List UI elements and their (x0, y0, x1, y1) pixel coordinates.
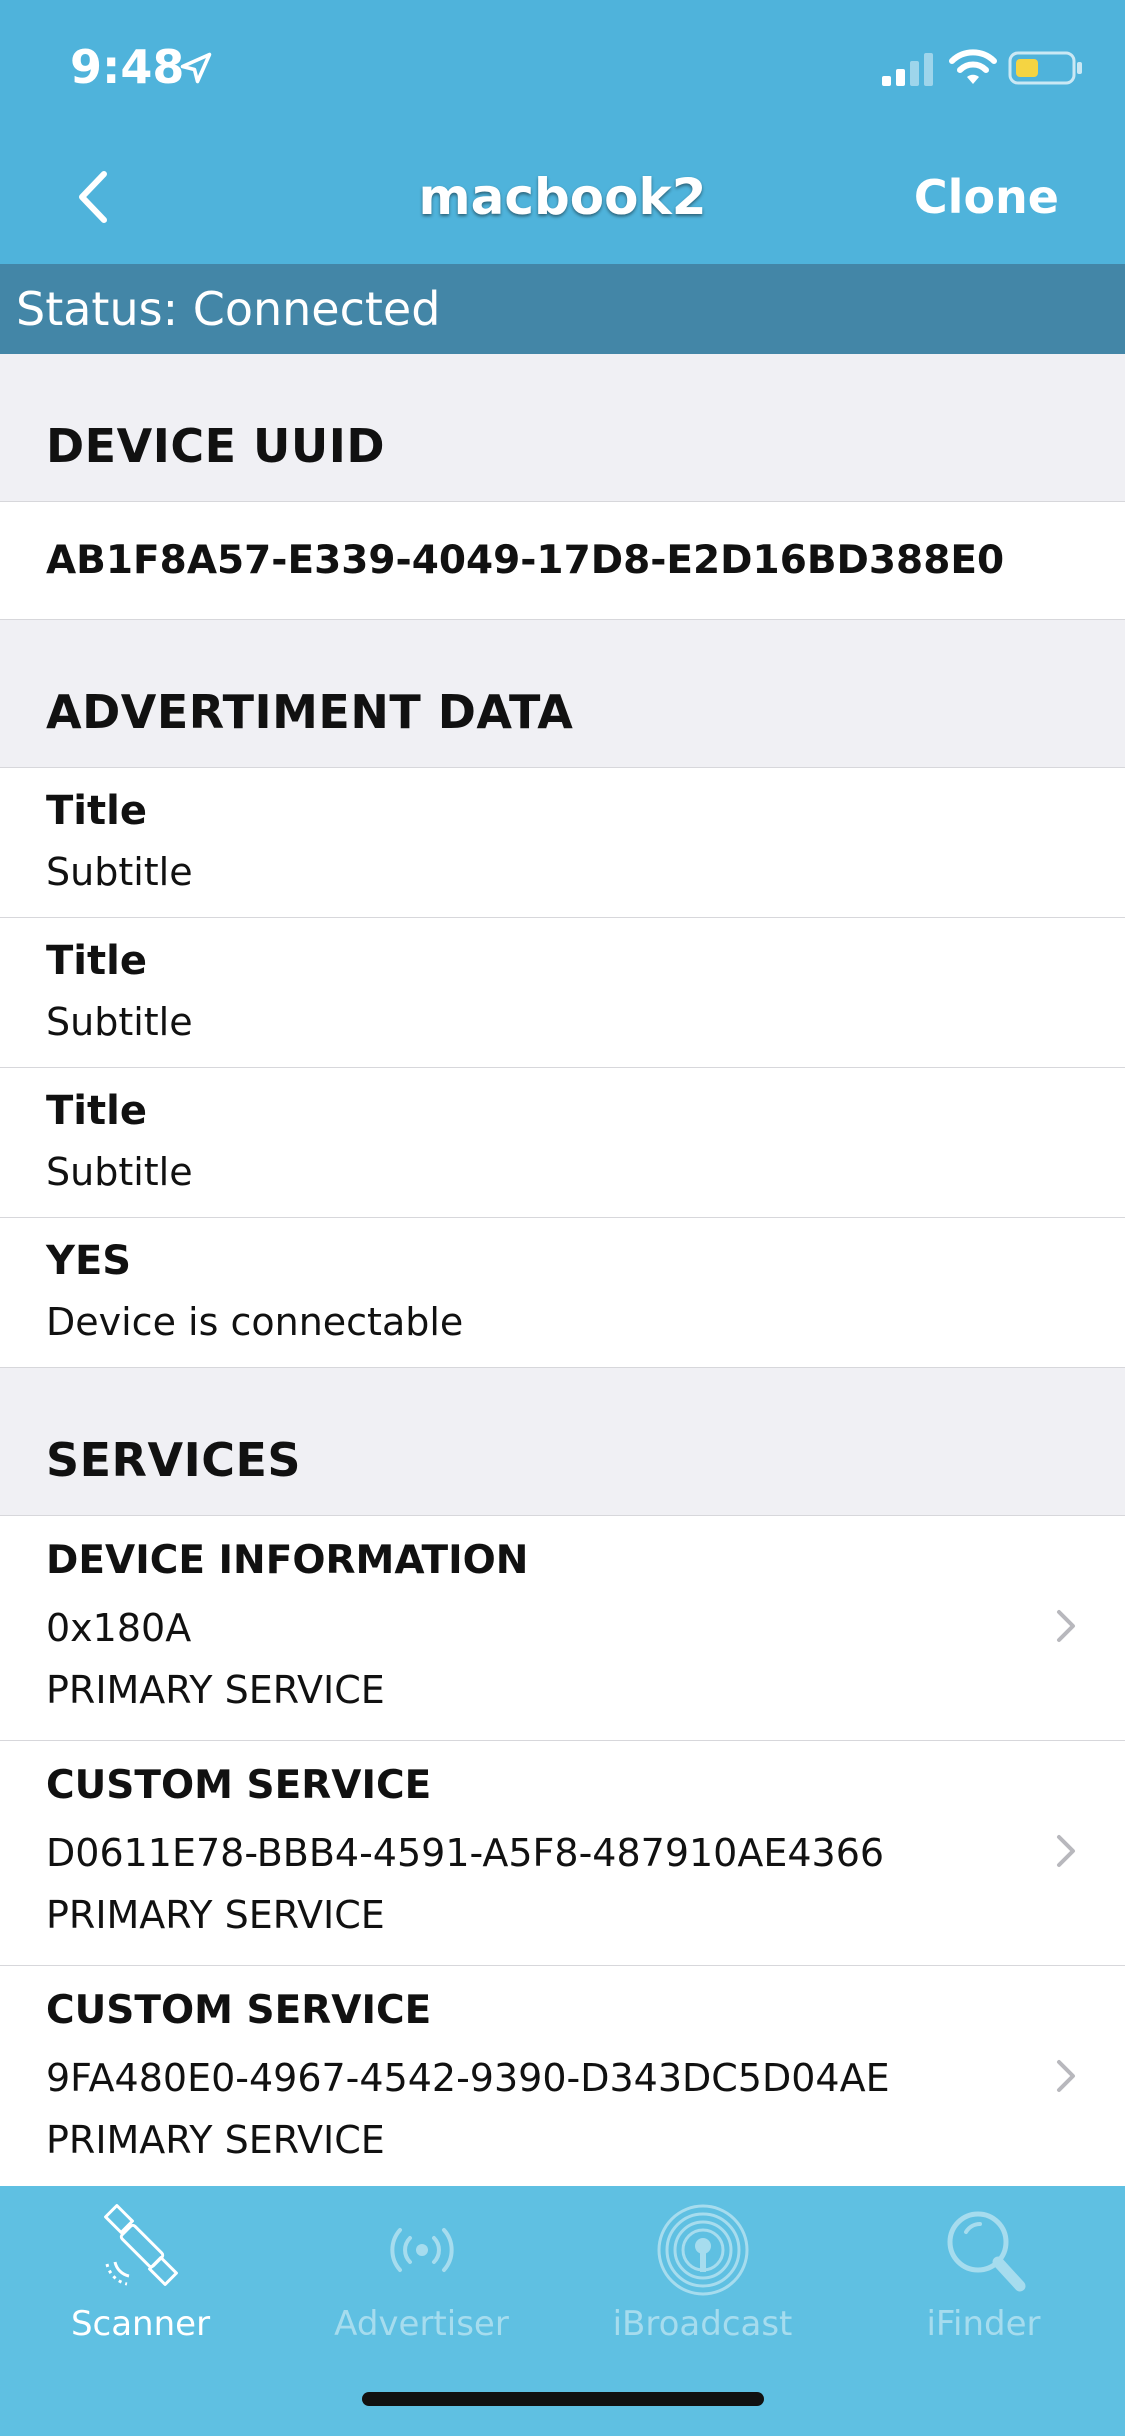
service-row[interactable]: DEVICE INFORMATION 0x180A PRIMARY SERVIC… (0, 1516, 1125, 1741)
service-uuid: 0x180A (46, 1606, 192, 1650)
service-name: CUSTOM SERVICE (46, 1988, 432, 2033)
home-indicator (362, 2392, 764, 2406)
service-name: DEVICE INFORMATION (46, 1538, 529, 1583)
location-arrow-icon (180, 52, 212, 84)
service-uuid: D0611E78-BBB4-4591-A5F8-487910AE4366 (46, 1831, 885, 1875)
list-item: Title Subtitle (0, 918, 1125, 1068)
item-title: YES (46, 1238, 132, 1284)
section-header-advertisement: ADVERTIMENT DATA (0, 620, 1125, 768)
service-uuid: 9FA480E0-4967-4542-9390-D343DC5D04AE (46, 2056, 890, 2100)
service-kind: PRIMARY SERVICE (46, 1893, 385, 1937)
section-header-services: SERVICES (0, 1368, 1125, 1516)
tab-advertiser[interactable]: Advertiser (281, 2186, 562, 2366)
magnifier-icon (947, 2211, 1025, 2292)
top-bar: 9:48 macbook2 Clone (0, 0, 1125, 264)
service-row[interactable]: CUSTOM SERVICE D0611E78-BBB4-4591-A5F8-4… (0, 1741, 1125, 1966)
section-title: SERVICES (46, 1433, 302, 1487)
list-item: Title Subtitle (0, 768, 1125, 918)
list-item: Title Subtitle (0, 1068, 1125, 1218)
tab-label: iFinder (926, 2304, 1041, 2344)
device-uuid-value: AB1F8A57-E339-4049-17D8-E2D16BD388E0 (46, 538, 1005, 583)
satellite-icon (103, 2204, 178, 2286)
section-header-device-uuid: DEVICE UUID (0, 354, 1125, 502)
tab-scanner[interactable]: Scanner (0, 2186, 281, 2366)
section-title: DEVICE UUID (46, 419, 386, 473)
tab-label: Scanner (70, 2304, 211, 2344)
connection-status: Status: Connected (0, 264, 1125, 354)
item-subtitle: Subtitle (46, 850, 193, 894)
service-name: CUSTOM SERVICE (46, 1763, 432, 1808)
wifi-icon (949, 49, 997, 84)
item-title: Title (46, 788, 147, 834)
tab-label: Advertiser (334, 2304, 509, 2344)
item-subtitle: Subtitle (46, 1150, 193, 1194)
cell-signal-icon (882, 53, 933, 86)
status-time: 9:48 (70, 40, 185, 94)
section-title: ADVERTIMENT DATA (46, 685, 574, 739)
service-kind: PRIMARY SERVICE (46, 1668, 385, 1712)
service-row[interactable]: CUSTOM SERVICE 9FA480E0-4967-4542-9390-D… (0, 1966, 1125, 2186)
tab-label: iBroadcast (612, 2304, 793, 2344)
tab-ifinder[interactable]: iFinder (843, 2186, 1124, 2366)
clone-button[interactable]: Clone (914, 170, 1059, 224)
item-subtitle: Subtitle (46, 1000, 193, 1044)
device-uuid-row: AB1F8A57-E339-4049-17D8-E2D16BD388E0 (0, 502, 1125, 620)
list-item-connectable: YES Device is connectable (0, 1218, 1125, 1368)
chevron-right-icon (1057, 1835, 1075, 1867)
ibeacon-icon (657, 2204, 748, 2296)
chevron-right-icon (1057, 1610, 1075, 1642)
item-title: Title (46, 1088, 147, 1134)
item-subtitle: Device is connectable (46, 1300, 464, 1344)
details-list[interactable]: DEVICE UUID AB1F8A57-E339-4049-17D8-E2D1… (0, 354, 1125, 2186)
app-screen: 9:48 macbook2 Clone Status: Connected DE… (0, 0, 1125, 2436)
tab-ibroadcast[interactable]: iBroadcast (562, 2186, 843, 2366)
battery-icon (1008, 51, 1082, 85)
broadcast-icon (389, 2228, 454, 2272)
item-title: Title (46, 938, 147, 984)
chevron-right-icon (1057, 2060, 1075, 2092)
service-kind: PRIMARY SERVICE (46, 2118, 385, 2162)
